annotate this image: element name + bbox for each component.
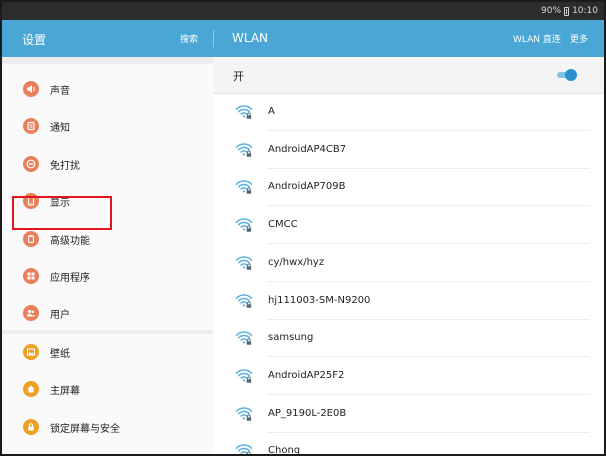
sidebar-item-users[interactable]: 用户	[2, 295, 213, 332]
wifi-secured-icon	[235, 444, 253, 454]
settings-sidebar: 声音 通知 免打扰 显示 高级功能 应用程序 用户 壁纸 主屏幕 锁定屏幕与安全	[2, 57, 213, 454]
network-name: samsung	[268, 332, 314, 343]
status-indicators: 90% 10:10	[541, 5, 598, 17]
network-item[interactable]: Chong	[213, 433, 604, 456]
sidebar-item-notifications[interactable]: 通知	[2, 108, 213, 145]
wifi-secured-icon	[235, 218, 253, 232]
row-divider	[267, 356, 590, 357]
wifi-secured-icon	[235, 180, 253, 194]
sidebar-item-label: 显示	[50, 198, 70, 209]
wifi-secured-icon	[235, 256, 253, 270]
network-item[interactable]: AndroidAP709B	[213, 169, 604, 206]
sidebar-item-sound[interactable]: 声音	[2, 71, 213, 108]
sidebar-item-lock-screen-security[interactable]: 锁定屏幕与安全	[2, 409, 213, 446]
network-name: hj111003-SM-N9200	[268, 295, 371, 306]
display-icon	[23, 193, 39, 209]
sidebar-item-wallpaper[interactable]: 壁纸	[2, 334, 213, 371]
network-name: AndroidAP4CB7	[268, 144, 347, 155]
do-not-disturb-icon	[23, 156, 39, 172]
speaker-icon	[23, 81, 39, 97]
network-item[interactable]: CMCC	[213, 207, 604, 244]
sidebar-item-label: 通知	[50, 123, 70, 134]
wifi-secured-icon	[235, 331, 253, 345]
sidebar-item-label: 免打扰	[50, 161, 80, 172]
sidebar-item-label: 锁定屏幕与安全	[50, 424, 120, 435]
wifi-secured-icon	[235, 369, 253, 383]
advanced-features-icon	[23, 231, 39, 247]
wlan-toggle-row[interactable]: 开	[213, 57, 604, 94]
home-icon	[23, 381, 39, 397]
sidebar-item-do-not-disturb[interactable]: 免打扰	[2, 146, 213, 183]
sidebar-item-label: 应用程序	[50, 273, 90, 284]
network-name: AP_9190L-2E0B	[268, 408, 347, 419]
sidebar-item-display[interactable]: 显示	[2, 183, 213, 220]
network-item[interactable]: cy/hwx/hyz	[213, 245, 604, 282]
status-bar: 90% 10:10	[2, 2, 604, 20]
sidebar-item-label: 声音	[50, 86, 70, 97]
battery-icon	[564, 6, 570, 16]
sidebar-item-advanced-features[interactable]: 高级功能	[2, 221, 213, 258]
network-name: cy/hwx/hyz	[268, 257, 325, 268]
settings-title: 设置	[22, 33, 47, 47]
battery-percent: 90%	[541, 6, 562, 16]
sidebar-group-device: 声音 通知 免打扰 显示 高级功能 应用程序 用户	[2, 64, 213, 330]
row-divider	[267, 243, 590, 244]
wlan-switch[interactable]	[557, 69, 577, 81]
sidebar-item-applications[interactable]: 应用程序	[2, 258, 213, 295]
clock: 10:10	[572, 6, 598, 16]
more-button[interactable]: 更多	[570, 32, 588, 45]
network-item[interactable]: AndroidAP25F2	[213, 358, 604, 395]
sidebar-item-label: 高级功能	[50, 236, 90, 247]
wlan-direct-button[interactable]: WLAN 直连	[513, 32, 561, 45]
app-bar: 设置 搜索 WLAN WLAN 直连 更多	[2, 20, 604, 57]
wifi-secured-icon	[235, 143, 253, 157]
wallpaper-icon	[23, 344, 39, 360]
network-item[interactable]: samsung	[213, 320, 604, 357]
network-name: Chong	[268, 445, 301, 456]
notification-icon	[23, 118, 39, 134]
wlan-switch-knob	[565, 69, 577, 81]
sidebar-item-label: 壁纸	[50, 349, 70, 360]
row-divider	[267, 205, 590, 206]
wifi-secured-icon	[235, 407, 253, 421]
network-item[interactable]: AP_9190L-2E0B	[213, 396, 604, 433]
users-icon	[23, 305, 39, 321]
sidebar-item-home-screen[interactable]: 主屏幕	[2, 371, 213, 408]
row-divider	[267, 130, 590, 131]
network-name: CMCC	[268, 219, 298, 230]
search-button[interactable]: 搜索	[180, 32, 198, 45]
network-name: AndroidAP709B	[268, 181, 346, 192]
wlan-page-title: WLAN	[232, 31, 269, 45]
sidebar-item-label: 主屏幕	[50, 386, 80, 397]
network-item[interactable]: A	[213, 94, 604, 131]
network-item[interactable]: AndroidAP4CB7	[213, 132, 604, 169]
sidebar-item-label: 用户	[50, 310, 70, 321]
row-divider	[267, 281, 590, 282]
row-divider	[267, 394, 590, 395]
wlan-toggle-label: 开	[233, 70, 244, 83]
network-name: A	[268, 106, 275, 117]
wlan-panel: 开 A AndroidAP4CB7 AndroidAP709B CMCC cy/…	[213, 57, 604, 456]
network-name: AndroidAP25F2	[268, 370, 345, 381]
network-item[interactable]: hj111003-SM-N9200	[213, 283, 604, 320]
wifi-secured-icon	[235, 105, 253, 119]
screen-frame: 90% 10:10 设置 搜索 WLAN WLAN 直连 更多 声音 通知 免打…	[0, 0, 606, 456]
sidebar-group-personal: 壁纸 主屏幕 锁定屏幕与安全	[2, 334, 213, 454]
wifi-secured-icon	[235, 294, 253, 308]
header-divider	[213, 30, 214, 47]
lock-icon	[23, 419, 39, 435]
apps-grid-icon	[23, 268, 39, 284]
